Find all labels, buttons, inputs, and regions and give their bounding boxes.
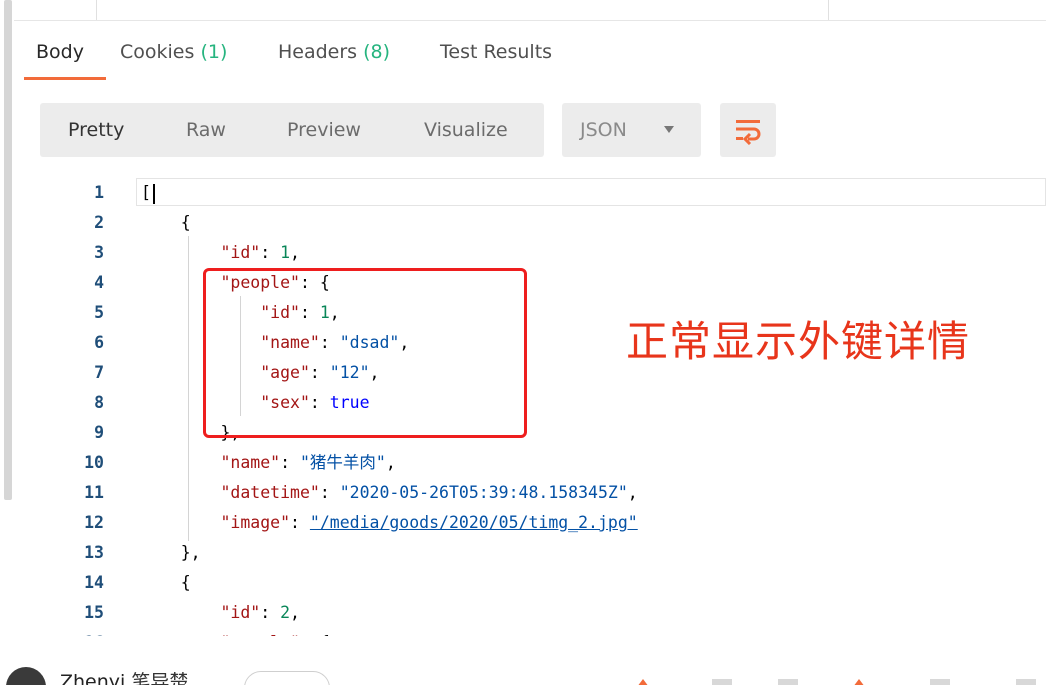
json-key: "name" [220, 453, 281, 472]
line-number: 1 [94, 183, 104, 202]
json-number: 2 [280, 603, 291, 622]
visualize-button[interactable]: Visualize [424, 103, 508, 157]
line-number: 6 [94, 333, 104, 352]
json-key: "people" [220, 633, 299, 636]
line-number: 8 [94, 393, 104, 412]
json-key: "image" [220, 513, 291, 532]
collect-icon[interactable] [778, 679, 798, 685]
line-number: 2 [94, 213, 104, 232]
code-line: 2 { [0, 208, 1046, 238]
brace: { [180, 213, 191, 232]
line-number: 3 [94, 243, 104, 262]
line-number: 10 [84, 453, 104, 472]
annotation-note: 正常显示外键详情 [626, 317, 971, 366]
reward-icon[interactable] [850, 679, 868, 685]
tab-test-results[interactable]: Test Results [440, 34, 552, 74]
tab-cookies-label: Cookies [120, 41, 195, 63]
format-select[interactable]: JSON [562, 103, 701, 157]
json-key: "id" [220, 243, 261, 262]
line-number: 11 [84, 483, 104, 502]
code-line: 15 "id": 2, [0, 598, 1046, 628]
image-url-link[interactable]: "/media/goods/2020/05/timg_2.jpg" [310, 513, 638, 532]
brace: { [320, 633, 330, 636]
author-name[interactable]: Zhenyi 笔异楚 [60, 667, 188, 685]
code-text: "datetime": "2020-05-26T05:39:48.158345Z… [220, 483, 638, 502]
json-key: "datetime" [220, 483, 320, 502]
line-number: 7 [94, 363, 104, 382]
active-tab-indicator [24, 77, 106, 80]
code-text: "name": "猪牛羊肉", [220, 453, 396, 472]
annotation-highlight-box [203, 268, 527, 438]
line-number: 5 [94, 303, 104, 322]
chevron-down-icon [664, 126, 674, 133]
line-number: 16 [0, 628, 104, 636]
brace: { [180, 573, 191, 592]
strip-divider [828, 0, 829, 20]
line-number: 14 [84, 573, 104, 592]
code-text: { [141, 208, 191, 238]
json-key: "id" [220, 603, 261, 622]
code-text: "id": 2, [220, 603, 300, 622]
tab-cookies[interactable]: Cookies (1) [120, 34, 227, 74]
tab-body[interactable]: Body [36, 34, 84, 74]
raw-button[interactable]: Raw [186, 103, 226, 157]
code-text: "image": "/media/goods/2020/05/timg_2.jp… [220, 513, 638, 532]
comment-icon[interactable] [712, 679, 732, 685]
share-icon[interactable] [930, 679, 950, 685]
code-line: 10 "name": "猪牛羊肉", [0, 448, 1046, 478]
more-icon[interactable] [1016, 679, 1036, 685]
wrap-lines-button[interactable] [720, 103, 776, 157]
code-text: }, [141, 538, 201, 568]
json-number: 1 [280, 243, 291, 262]
view-mode-group: Pretty Raw Preview Visualize [40, 103, 544, 157]
line-number: 4 [94, 273, 104, 292]
bottom-author-bar: Zhenyi 笔异楚 [0, 655, 1046, 685]
line-number: 15 [84, 603, 104, 622]
author-name-latin: Zhenyi [60, 671, 126, 685]
code-text: { [141, 568, 191, 598]
json-string: "猪牛羊肉" [299, 453, 386, 472]
text-cursor [152, 183, 155, 204]
code-line: 11 "datetime": "2020-05-26T05:39:48.1583… [0, 478, 1046, 508]
wrap-lines-icon [736, 120, 761, 145]
like-icon[interactable] [634, 679, 652, 685]
tab-headers-label: Headers [278, 41, 358, 63]
tab-test-results-label: Test Results [440, 41, 553, 63]
code-line: 3 "id": 1, [0, 238, 1046, 268]
brace: }, [180, 543, 201, 562]
pretty-button[interactable]: Pretty [68, 103, 124, 157]
bracket: [ [141, 183, 151, 202]
code-line: 16 "people": { [0, 628, 1046, 636]
line-number: 9 [94, 423, 104, 442]
code-text: "id": 1, [220, 243, 300, 262]
tab-body-label: Body [36, 41, 84, 63]
tab-cookies-count: (1) [200, 41, 228, 63]
follow-button[interactable] [244, 671, 330, 685]
code-line: 13 }, [0, 538, 1046, 568]
request-area-strip [0, 0, 1046, 21]
preview-button[interactable]: Preview [287, 103, 361, 157]
strip-divider [96, 0, 97, 20]
json-string: "2020-05-26T05:39:48.158345Z" [339, 483, 628, 502]
tab-headers-count: (8) [363, 41, 391, 63]
author-name-cn: 笔异楚 [131, 671, 189, 685]
format-select-value: JSON [580, 119, 627, 141]
line-number: 12 [84, 513, 104, 532]
code-line: 14 { [0, 568, 1046, 598]
code-line: 12 "image": "/media/goods/2020/05/timg_2… [0, 508, 1046, 538]
avatar[interactable] [6, 667, 46, 685]
line-number: 13 [84, 543, 104, 562]
code-text: [ [141, 178, 155, 208]
code-text: "people": { [141, 628, 330, 636]
code-line: 1[ [0, 178, 1046, 208]
tab-headers[interactable]: Headers (8) [278, 34, 390, 74]
